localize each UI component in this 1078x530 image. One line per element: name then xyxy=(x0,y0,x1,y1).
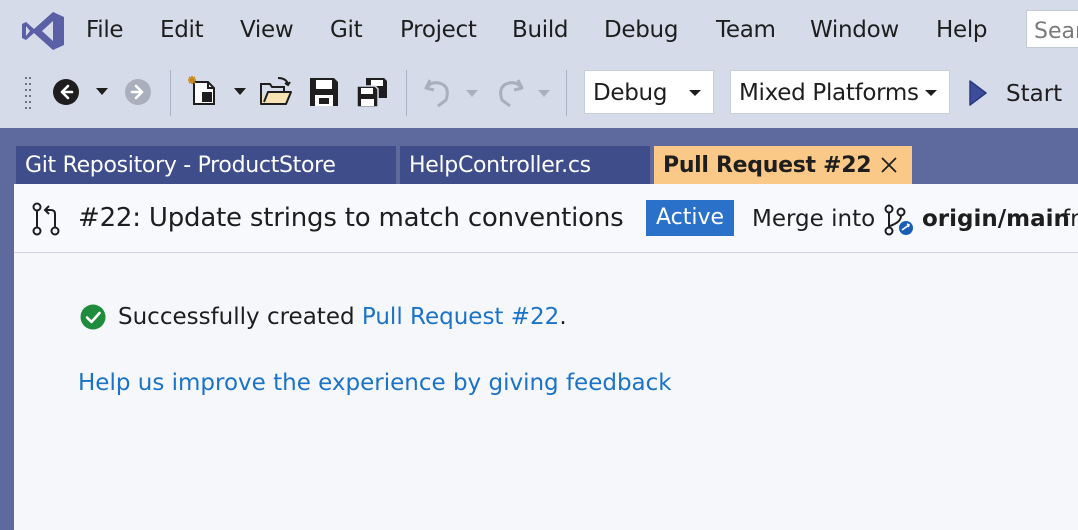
configuration-dropdown[interactable]: Debug xyxy=(584,70,714,114)
pull-request-document: #22: Update strings to match conventions… xyxy=(14,184,1078,530)
configuration-value: Debug xyxy=(593,80,668,106)
visual-studio-logo-icon[interactable] xyxy=(20,10,66,52)
pull-request-link[interactable]: Pull Request #22 xyxy=(362,304,559,330)
menu-build[interactable]: Build xyxy=(512,17,569,43)
menu-view[interactable]: View xyxy=(240,17,294,43)
forward-icon[interactable] xyxy=(124,78,152,106)
chevron-down-icon xyxy=(689,90,701,96)
success-message: Successfully created Pull Request #22. xyxy=(118,304,567,330)
tab-git-repository[interactable]: Git Repository - ProductStore xyxy=(16,146,396,184)
from-label: from xyxy=(1062,206,1078,232)
toolbar: Debug Mixed Platforms Start xyxy=(0,64,1078,128)
new-project-icon[interactable] xyxy=(188,74,222,108)
chevron-down-icon xyxy=(925,90,937,96)
pull-request-icon xyxy=(32,202,60,236)
platform-dropdown[interactable]: Mixed Platforms xyxy=(730,70,950,114)
feedback-link[interactable]: Help us improve the experience by giving… xyxy=(78,370,672,396)
search-input[interactable]: Search xyxy=(1026,10,1078,48)
redo-dropdown-icon[interactable] xyxy=(538,90,550,98)
menu-git[interactable]: Git xyxy=(330,17,363,43)
redo-icon[interactable] xyxy=(494,76,526,108)
close-icon[interactable] xyxy=(880,156,898,174)
document-tab-strip: Git Repository - ProductStore HelpContro… xyxy=(0,128,1078,184)
platform-value: Mixed Platforms xyxy=(739,80,919,106)
undo-icon[interactable] xyxy=(422,76,454,108)
menu-window[interactable]: Window xyxy=(810,17,899,43)
status-badge: Active xyxy=(646,200,735,236)
menu-help[interactable]: Help xyxy=(936,17,988,43)
success-message-prefix: Successfully created xyxy=(118,304,362,330)
menu-project[interactable]: Project xyxy=(400,17,477,43)
menu-debug[interactable]: Debug xyxy=(604,17,678,43)
save-icon[interactable] xyxy=(308,76,340,108)
menu-bar: File Edit View Git Project Build Debug T… xyxy=(0,0,1078,64)
undo-dropdown-icon[interactable] xyxy=(466,90,478,98)
tab-pull-request[interactable]: Pull Request #22 xyxy=(654,146,912,184)
start-icon[interactable] xyxy=(964,76,988,110)
toolbar-grip-icon[interactable] xyxy=(24,76,34,110)
merge-into-label: Merge into xyxy=(752,206,876,232)
toolbar-separator xyxy=(566,70,567,116)
menu-edit[interactable]: Edit xyxy=(160,17,204,43)
pull-request-header: #22: Update strings to match conventions… xyxy=(14,184,1078,253)
menu-file[interactable]: File xyxy=(86,17,124,43)
pull-request-title: #22: Update strings to match conventions xyxy=(78,203,624,233)
back-icon[interactable] xyxy=(52,78,80,106)
toolbar-separator xyxy=(406,70,407,116)
new-project-dropdown-icon[interactable] xyxy=(234,88,246,96)
toolbar-separator xyxy=(170,70,171,116)
success-message-suffix: . xyxy=(559,304,567,330)
target-branch-name[interactable]: origin/main xyxy=(922,206,1070,232)
tab-help-controller[interactable]: HelpController.cs xyxy=(400,146,650,184)
remote-branch-icon xyxy=(884,204,913,236)
menu-team[interactable]: Team xyxy=(716,17,776,43)
start-button[interactable]: Start xyxy=(1006,81,1062,107)
success-check-icon xyxy=(80,304,106,330)
open-folder-icon[interactable] xyxy=(258,76,294,108)
tab-pull-request-label: Pull Request #22 xyxy=(663,153,872,178)
back-dropdown-icon[interactable] xyxy=(96,88,108,96)
save-all-icon[interactable] xyxy=(356,76,388,108)
